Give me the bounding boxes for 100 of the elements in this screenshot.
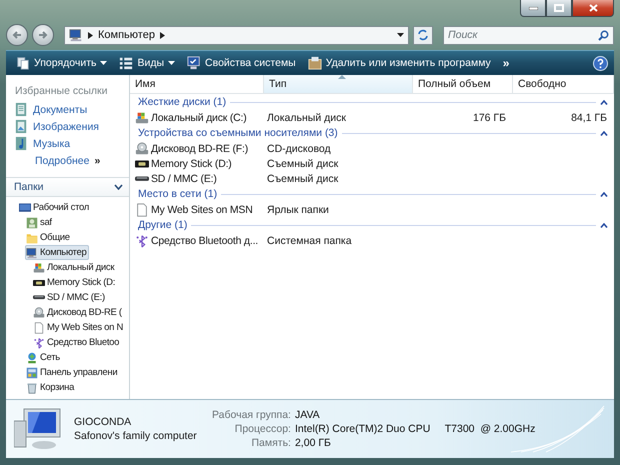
property-label: Рабочая группа:: [212, 409, 291, 421]
card-reader-icon: [135, 176, 149, 182]
folder-icon: [26, 232, 38, 244]
back-arrow-icon: [12, 31, 22, 39]
toolbar-button[interactable]: Удалить или изменить программу: [304, 53, 495, 73]
folder-tree-item[interactable]: Компьютер: [25, 245, 90, 260]
file-name[interactable]: Локальный диск (C:): [130, 110, 264, 124]
favorite-link[interactable]: Документы: [6, 101, 129, 118]
document-icon: [135, 202, 149, 216]
file-name[interactable]: Средство Bluetooth д...: [130, 234, 264, 248]
monitor-check-icon: [187, 56, 202, 70]
folder-tree-item[interactable]: My Web Sites on N: [32, 320, 126, 335]
maximize-button[interactable]: [546, 0, 572, 17]
sort-arrow-icon: [338, 75, 346, 79]
computer-icon: [69, 28, 83, 42]
group-title: Место в сети (1): [138, 188, 218, 200]
column-header[interactable]: Тип: [264, 75, 413, 93]
group-header[interactable]: Место в сети (1): [130, 186, 614, 202]
type-cell-text: Локальный диск: [266, 112, 347, 124]
group-header[interactable]: Другие (1): [130, 217, 614, 233]
folder-tree-item[interactable]: Средство Bluetoo: [32, 335, 122, 350]
toolbar-button[interactable]: Виды: [115, 53, 180, 73]
folder-tree-item[interactable]: SD / MMC (E:): [32, 290, 108, 305]
folder-tree-item[interactable]: Memory Stick (D:: [32, 275, 118, 290]
drive-icon: [33, 262, 45, 274]
section-title: Избранные ссылки: [14, 84, 108, 99]
forward-arrow-icon: [38, 31, 48, 39]
folders-header[interactable]: Папки: [6, 177, 129, 197]
folder-tree-item[interactable]: Рабочий стол: [18, 200, 92, 215]
views-icon: [119, 56, 134, 70]
property-value: 2,00 ГБ: [294, 437, 332, 449]
type-cell-text: Ярлык папки: [266, 204, 330, 216]
folder-tree-item[interactable]: Панель управлени: [25, 365, 120, 380]
file-name[interactable]: Дисковод BD-RE (F:): [130, 142, 264, 156]
property-value: JAVA: [294, 409, 321, 421]
group-title: Другие (1): [138, 219, 188, 231]
collapse-icon[interactable]: [600, 130, 608, 136]
folder-tree-item[interactable]: Общие: [25, 230, 73, 245]
search-field[interactable]: Поиск: [444, 26, 598, 44]
documents-icon: [14, 102, 29, 117]
minimize-icon: [528, 6, 538, 10]
breadcrumb-arrow-icon: [160, 32, 165, 38]
more-commands-button[interactable]: »: [498, 56, 514, 70]
forward-button[interactable]: [32, 24, 54, 46]
maximize-icon: [554, 4, 564, 12]
refresh-button[interactable]: [413, 26, 433, 44]
close-icon: [588, 4, 598, 12]
favorite-link[interactable]: Музыка: [6, 135, 129, 152]
pictures-icon: [14, 119, 29, 134]
group-title: Устройства со съемными носителями (3): [138, 127, 338, 139]
address-field[interactable]: Компьютер: [64, 26, 409, 44]
folder-tree-item[interactable]: Дисковод BD-RE (: [32, 305, 125, 320]
caret-icon: [100, 61, 108, 65]
computer-description: Safonov's family computer: [74, 430, 198, 442]
breadcrumb[interactable]: Компьютер: [98, 29, 155, 41]
program-box-icon: [308, 56, 322, 70]
music-icon: [14, 136, 29, 151]
favorite-link[interactable]: Изображения: [6, 118, 129, 135]
group-title: Жесткие диски (1): [138, 96, 226, 108]
collapse-icon[interactable]: [600, 100, 608, 104]
card-reader-icon: [33, 295, 45, 300]
breadcrumb-arrow-icon: [88, 32, 93, 38]
network-icon: [26, 352, 38, 364]
caret-icon: [168, 61, 176, 65]
minimize-button[interactable]: [520, 0, 546, 17]
drive-icon: [135, 110, 149, 124]
toolbar-button[interactable]: Упорядочить: [12, 53, 112, 73]
size-cell-text: 176 ГБ: [472, 112, 507, 124]
folder-tree-item[interactable]: Сеть: [25, 350, 63, 365]
file-name[interactable]: Memory Stick (D:): [130, 156, 264, 170]
back-button[interactable]: [6, 24, 28, 46]
free-space-cell-text: 84,1 ГБ: [570, 112, 608, 124]
property-label: Память:: [250, 437, 291, 449]
folder-tree-item[interactable]: saf: [25, 215, 55, 230]
document-icon: [33, 322, 45, 334]
more-link[interactable]: Подробнее »: [6, 152, 129, 169]
type-cell-text: Съемный диск: [266, 172, 340, 184]
bluetooth-icon: [33, 336, 45, 348]
computer-name: GIOCONDA: [74, 416, 132, 428]
search-box[interactable]: Поиск: [443, 26, 614, 44]
user-folder-icon: [26, 216, 38, 228]
help-icon[interactable]: [593, 56, 608, 70]
caret-icon: [397, 33, 404, 37]
recycle-bin-icon: [26, 382, 38, 394]
group-header[interactable]: Жесткие диски (1): [130, 94, 614, 110]
collapse-icon[interactable]: [600, 222, 608, 228]
group-header[interactable]: Устройства со съемными носителями (3): [130, 125, 614, 141]
file-name[interactable]: My Web Sites on MSN: [130, 202, 264, 216]
bluetooth-icon: [135, 234, 149, 248]
computer-icon: [26, 246, 38, 258]
property-value: Intel(R) Core(TM)2 Duo CPU T7300 @ 2.00GHz: [294, 423, 536, 435]
close-button[interactable]: [572, 0, 614, 17]
file-name[interactable]: SD / MMC (E:): [130, 172, 264, 184]
folder-tree-item[interactable]: Локальный диск: [32, 260, 118, 275]
type-cell-text: Съемный диск: [266, 158, 340, 170]
optical-drive-icon: [33, 306, 45, 318]
toolbar-button[interactable]: Свойства системы: [183, 53, 300, 73]
folder-tree-item[interactable]: Корзина: [25, 380, 78, 395]
collapse-icon[interactable]: [600, 192, 608, 196]
desktop-icon: [19, 202, 31, 214]
